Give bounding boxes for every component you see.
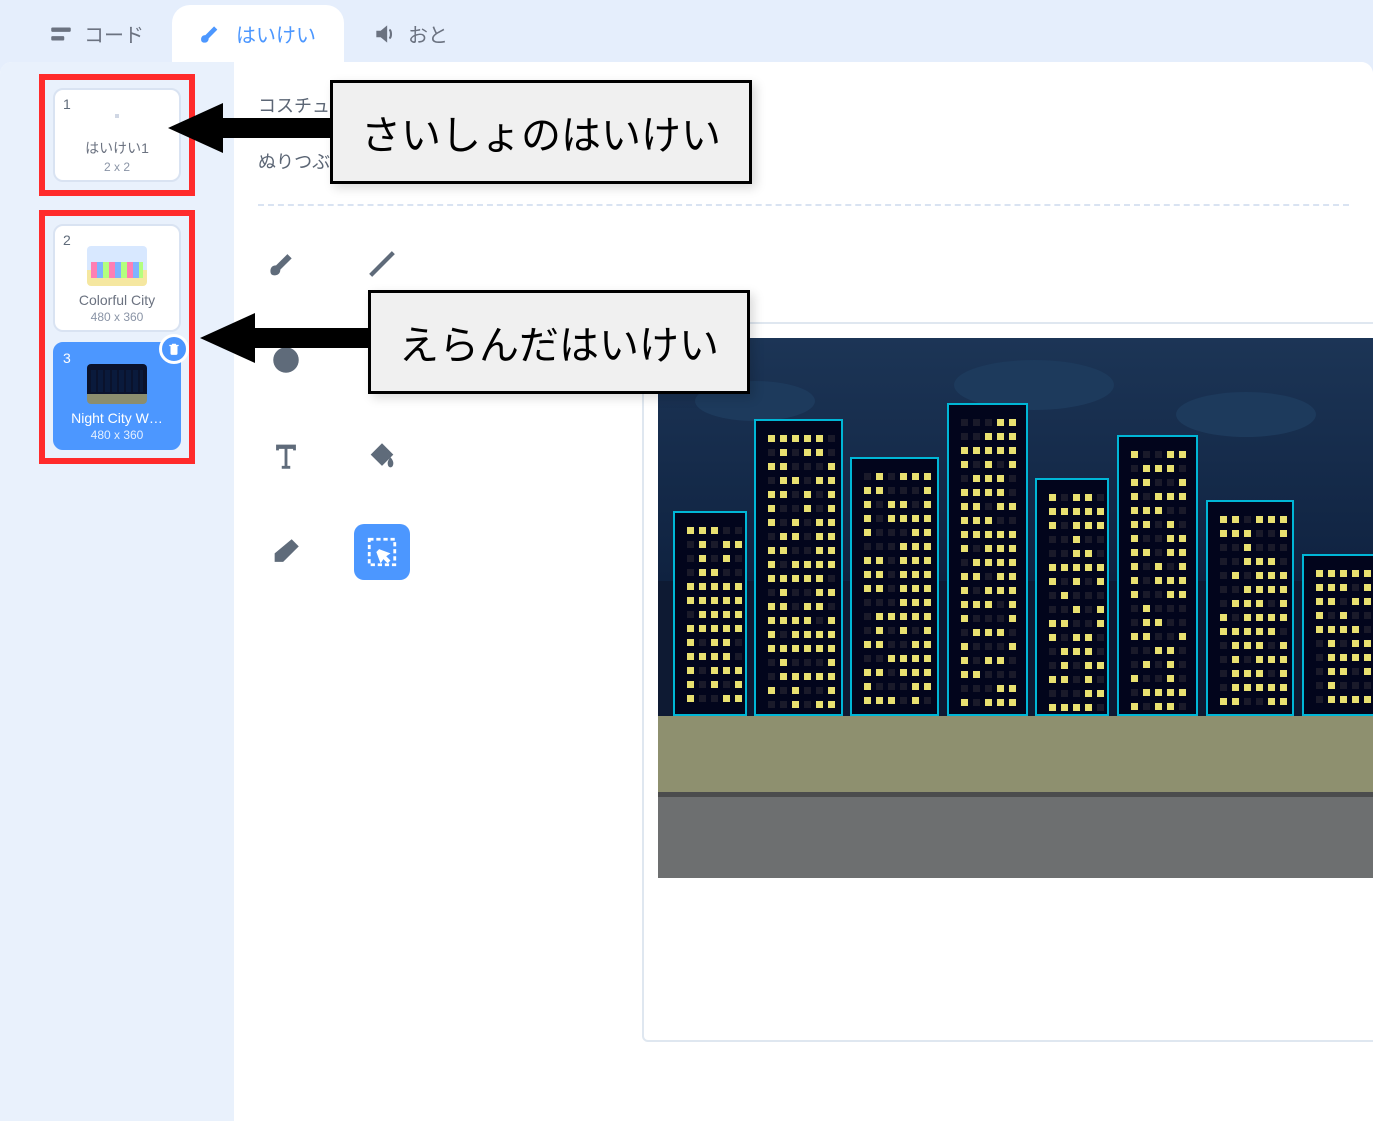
highlight-chosen: 2 Colorful City 480 x 360 3 Night City W…: [39, 210, 195, 464]
tab-sounds-label: おと: [408, 19, 448, 48]
annotation-chosen: えらんだはいけい: [368, 290, 750, 394]
thumb-size: 2 x 2: [61, 160, 173, 174]
canvas-container: [642, 322, 1373, 1042]
thumb-preview: [115, 114, 119, 118]
thumb-size: 480 x 360: [61, 310, 173, 324]
text-icon: [269, 439, 303, 473]
thumb-preview: [87, 364, 147, 404]
line-tool[interactable]: [354, 236, 410, 292]
backdrop-thumb-3[interactable]: 3 Night City W… 480 x 360: [53, 342, 181, 450]
thumb-size: 480 x 360: [61, 428, 173, 442]
thumb-label: はいけい1: [61, 138, 173, 158]
arrow-first: [168, 98, 338, 158]
brush-tool[interactable]: [258, 236, 314, 292]
select-icon: [365, 535, 399, 569]
annotation-first-text: さいしょのはいけい: [361, 114, 721, 158]
eraser-icon: [269, 535, 303, 569]
brush-icon: [200, 21, 226, 47]
thumb-label: Night City W…: [61, 410, 173, 426]
tab-code[interactable]: コード: [20, 5, 172, 62]
text-tool[interactable]: [258, 428, 314, 484]
paint-editor: コスチュー ぬりつぶし: [234, 62, 1373, 1121]
backdrop-thumb-2[interactable]: 2 Colorful City 480 x 360: [53, 224, 181, 332]
thumb-label: Colorful City: [61, 292, 173, 308]
trash-icon: [167, 342, 181, 356]
select-tool[interactable]: [354, 524, 410, 580]
backdrop-thumb-1[interactable]: 1 はいけい1 2 x 2: [53, 88, 181, 182]
thumb-preview: [87, 246, 147, 286]
delete-backdrop-button[interactable]: [159, 334, 189, 364]
tab-backdrops[interactable]: はいけい: [172, 5, 344, 62]
main: 1 はいけい1 2 x 2 2 Colorful City 480 x 360 …: [0, 62, 1373, 1121]
tabs: コード はいけい おと: [0, 0, 1373, 62]
arrow-chosen: [200, 308, 375, 368]
thumb-num: 3: [63, 350, 71, 366]
brush-icon: [269, 247, 303, 281]
sound-icon: [372, 21, 398, 47]
line-icon: [365, 247, 399, 281]
tab-code-label: コード: [84, 19, 144, 48]
bucket-icon: [365, 439, 399, 473]
fill-tool[interactable]: [354, 428, 410, 484]
tab-backdrops-label: はいけい: [236, 19, 316, 48]
annotation-chosen-text: えらんだはいけい: [399, 324, 719, 368]
code-icon: [48, 21, 74, 47]
divider: [258, 204, 1349, 206]
annotation-first: さいしょのはいけい: [330, 80, 752, 184]
thumb-num: 1: [63, 96, 71, 112]
backdrop-sidebar: 1 はいけい1 2 x 2 2 Colorful City 480 x 360 …: [0, 62, 234, 1121]
thumb-num: 2: [63, 232, 71, 248]
eraser-tool[interactable]: [258, 524, 314, 580]
canvas[interactable]: [658, 338, 1373, 878]
tab-sounds[interactable]: おと: [344, 5, 476, 62]
